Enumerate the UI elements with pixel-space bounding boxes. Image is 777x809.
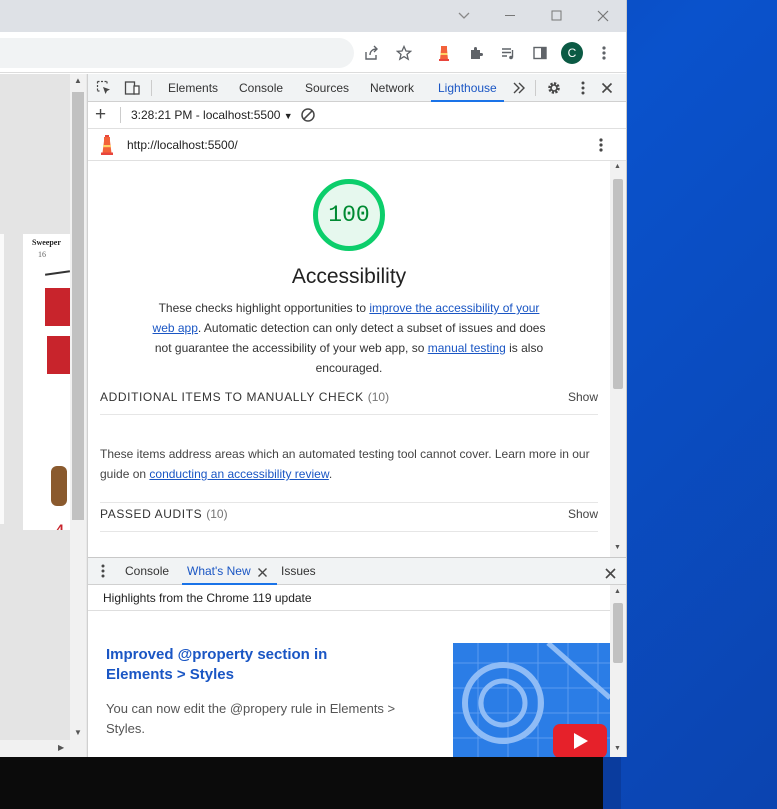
taskbar-edge bbox=[603, 757, 621, 809]
whats-new-subheading: Highlights from the Chrome 119 update bbox=[88, 585, 610, 611]
devtools-menu-icon[interactable] bbox=[572, 77, 594, 99]
report-selector[interactable]: 3:28:21 PM - localhost:5500 ▼ bbox=[131, 108, 293, 122]
passed-audits-group[interactable]: PASSED AUDITS (10) Show bbox=[100, 496, 598, 532]
manual-check-description: These items address areas which an autom… bbox=[100, 444, 598, 484]
page-scroll-down-arrow[interactable]: ▼ bbox=[74, 728, 82, 737]
inspect-element-icon[interactable] bbox=[93, 77, 115, 99]
page-scroll-up-arrow[interactable]: ▲ bbox=[74, 76, 82, 85]
side-panel-icon[interactable] bbox=[529, 42, 551, 64]
tab-bar-divider bbox=[151, 80, 152, 96]
whats-new-item-title[interactable]: Improved @property section in Elements >… bbox=[106, 645, 396, 685]
category-title: Accessibility bbox=[291, 265, 407, 288]
tab-search-icon[interactable] bbox=[441, 0, 487, 32]
page-horizontal-scrollbar[interactable] bbox=[0, 740, 86, 757]
manual-check-show-toggle[interactable]: Show bbox=[568, 390, 598, 404]
drawer-scroll-up-arrow[interactable]: ▲ bbox=[614, 588, 621, 595]
drawer-scroll-thumb[interactable] bbox=[613, 603, 623, 663]
devtools-panel: Elements Console Sources Network Lightho… bbox=[87, 74, 626, 757]
tab-bar-divider-2 bbox=[535, 80, 536, 96]
browser-toolbar: C bbox=[0, 32, 626, 73]
manual-check-title-text: ADDITIONAL ITEMS TO MANUALLY CHECK bbox=[100, 390, 364, 404]
lighthouse-extension-icon[interactable] bbox=[433, 42, 455, 64]
browser-menu-icon[interactable] bbox=[593, 42, 615, 64]
accessibility-review-link[interactable]: conducting an accessibility review bbox=[149, 467, 328, 481]
drawer-tab-issues[interactable]: Issues bbox=[276, 558, 321, 585]
lighthouse-logo-icon bbox=[98, 134, 116, 161]
audited-url[interactable]: http://localhost:5500/ bbox=[127, 138, 238, 152]
tab-elements[interactable]: Elements bbox=[161, 74, 225, 102]
tab-console[interactable]: Console bbox=[232, 74, 290, 102]
report-scroll-up-arrow[interactable]: ▲ bbox=[614, 163, 621, 170]
media-controls-icon[interactable] bbox=[497, 42, 519, 64]
report-scroll-down-arrow[interactable]: ▼ bbox=[614, 544, 621, 551]
manual-desc-text-2: . bbox=[328, 467, 333, 481]
devtools-drawer: Console What's New Issues Highlights fro… bbox=[88, 557, 626, 757]
manual-check-title: ADDITIONAL ITEMS TO MANUALLY CHECK (10) bbox=[100, 390, 389, 404]
product-image-figure bbox=[51, 466, 67, 506]
devtools-tab-bar: Elements Console Sources Network Lightho… bbox=[88, 74, 626, 102]
whats-new-content: Improved @property section in Elements >… bbox=[88, 611, 610, 757]
product-card-header: Sweeper bbox=[32, 238, 61, 247]
product-image-red-block bbox=[45, 288, 70, 326]
drawer-menu-icon[interactable] bbox=[101, 564, 105, 583]
browser-window: C Sweeper 16 4 ▲ ▼ ▶ Elements Console So… bbox=[0, 0, 627, 757]
more-tabs-chevron-icon[interactable] bbox=[508, 77, 530, 99]
tab-sources[interactable]: Sources bbox=[298, 74, 356, 102]
minimize-button[interactable] bbox=[488, 0, 534, 32]
drawer-tab-bar: Console What's New Issues bbox=[88, 558, 626, 585]
description-text: These checks highlight opportunities to bbox=[158, 301, 370, 315]
bookmark-star-icon[interactable] bbox=[393, 42, 415, 64]
close-window-button[interactable] bbox=[580, 0, 626, 32]
page-panel-edge bbox=[0, 234, 4, 524]
page-viewport: Sweeper 16 4 ▲ ▼ ▶ bbox=[0, 74, 88, 757]
category-description: These checks highlight opportunities to … bbox=[146, 298, 552, 378]
report-scroll-thumb[interactable] bbox=[613, 179, 623, 389]
tab-lighthouse[interactable]: Lighthouse bbox=[431, 74, 504, 102]
extensions-puzzle-icon[interactable] bbox=[465, 42, 487, 64]
taskbar bbox=[0, 757, 603, 809]
score-gauge[interactable]: 100 bbox=[313, 179, 385, 251]
whats-new-item-body: You can now edit the @propery rule in El… bbox=[106, 701, 396, 736]
report-menu-icon[interactable] bbox=[599, 137, 603, 158]
lighthouse-url-bar: http://localhost:5500/ bbox=[88, 129, 626, 161]
product-card-number: 16 bbox=[38, 250, 46, 259]
address-bar[interactable] bbox=[0, 38, 354, 68]
report-selector-label: 3:28:21 PM - localhost:5500 bbox=[131, 108, 281, 122]
tab-network[interactable]: Network bbox=[363, 74, 421, 102]
maximize-button[interactable] bbox=[534, 0, 580, 32]
youtube-play-icon[interactable] bbox=[553, 724, 607, 757]
report-dropdown-arrow-icon: ▼ bbox=[283, 111, 293, 121]
title-bar bbox=[0, 0, 626, 32]
manual-check-group[interactable]: ADDITIONAL ITEMS TO MANUALLY CHECK (10) … bbox=[100, 379, 598, 415]
page-scroll-right-arrow[interactable]: ▶ bbox=[58, 743, 64, 752]
clear-reports-icon[interactable] bbox=[300, 107, 316, 126]
drawer-scroll-down-arrow[interactable]: ▼ bbox=[614, 745, 621, 752]
whats-new-video-thumbnail[interactable] bbox=[453, 643, 610, 757]
device-toolbar-icon[interactable] bbox=[121, 77, 143, 99]
new-report-button[interactable]: + bbox=[95, 104, 106, 126]
passed-audits-title-text: PASSED AUDITS bbox=[100, 507, 203, 521]
passed-audits-title: PASSED AUDITS (10) bbox=[100, 507, 228, 521]
product-card-digit: 4 bbox=[56, 521, 64, 530]
passed-audits-show-toggle[interactable]: Show bbox=[568, 507, 598, 521]
lighthouse-toolbar: + 3:28:21 PM - localhost:5500 ▼ bbox=[88, 102, 626, 129]
passed-audits-count: (10) bbox=[206, 507, 228, 521]
close-drawer-icon[interactable] bbox=[605, 566, 616, 584]
score-value: 100 bbox=[328, 202, 370, 228]
product-image-red-block-2 bbox=[47, 336, 70, 374]
drawer-tab-console[interactable]: Console bbox=[120, 558, 174, 585]
lh-toolbar-divider bbox=[120, 107, 121, 123]
manual-testing-link[interactable]: manual testing bbox=[428, 341, 506, 355]
page-vertical-scroll-thumb[interactable] bbox=[72, 92, 84, 520]
profile-avatar[interactable]: C bbox=[561, 42, 583, 64]
close-whats-new-tab-icon[interactable] bbox=[257, 565, 268, 583]
product-card[interactable]: Sweeper 16 4 bbox=[23, 234, 70, 530]
product-card-line bbox=[44, 270, 70, 276]
close-devtools-icon[interactable] bbox=[596, 77, 618, 99]
drawer-tab-whats-new-label: What's New bbox=[187, 564, 251, 578]
manual-check-count: (10) bbox=[367, 390, 390, 404]
settings-gear-icon[interactable] bbox=[543, 77, 565, 99]
share-icon[interactable] bbox=[361, 42, 383, 64]
lighthouse-report: 100 Accessibility These checks highlight… bbox=[88, 161, 610, 557]
